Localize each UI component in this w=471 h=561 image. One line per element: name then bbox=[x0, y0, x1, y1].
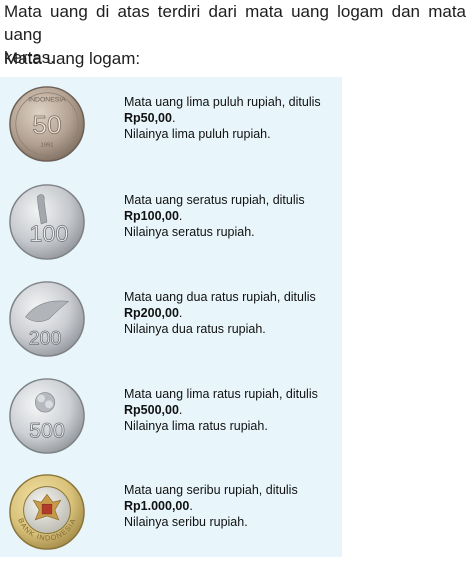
coin-row-200: 200 Mata uang dua ratus rupiah, ditulis … bbox=[0, 272, 342, 368]
coin-value-text: Nilainya lima ratus rupiah. bbox=[124, 419, 268, 433]
coin-description: Mata uang seribu rupiah, ditulis Rp1.000… bbox=[124, 482, 338, 530]
coin-row-100: 100 Mata uang seratus rupiah, ditulis Rp… bbox=[0, 175, 342, 271]
coin-text-line: Mata uang seratus rupiah, ditulis bbox=[124, 193, 305, 207]
coin-amount: Rp1.000,00 bbox=[124, 499, 190, 513]
coin-text-line: Mata uang seribu rupiah, ditulis bbox=[124, 483, 298, 497]
coin-face-value: 500 bbox=[29, 418, 65, 442]
coin-100-icon: 100 bbox=[9, 184, 85, 260]
coin-value-text: Nilainya seribu rupiah. bbox=[124, 515, 248, 529]
coin-description: Mata uang lima ratus rupiah, ditulis Rp5… bbox=[124, 386, 338, 434]
coin-500-icon: 500 bbox=[9, 378, 85, 454]
coin-text-line: Mata uang dua ratus rupiah, ditulis bbox=[124, 290, 316, 304]
coin-list-panel: INDONESIA 50 1991 Mata uang lima puluh r… bbox=[0, 77, 342, 557]
coin-value-text: Nilainya lima puluh rupiah. bbox=[124, 127, 271, 141]
coin-value-text: Nilainya seratus rupiah. bbox=[124, 225, 255, 239]
svg-text:1991: 1991 bbox=[40, 142, 53, 148]
coin-face-value: 50 bbox=[32, 110, 61, 140]
coin-description: Mata uang dua ratus rupiah, ditulis Rp20… bbox=[124, 289, 338, 337]
section-heading: Mata uang logam: bbox=[4, 49, 141, 68]
coin-200-icon: 200 bbox=[9, 281, 85, 357]
coin-face-value: 200 bbox=[29, 327, 62, 349]
coin-description: Mata uang seratus rupiah, ditulis Rp100,… bbox=[124, 192, 338, 240]
svg-text:INDONESIA: INDONESIA bbox=[28, 97, 66, 104]
coin-description: Mata uang lima puluh rupiah, ditulis Rp5… bbox=[124, 94, 338, 142]
coin-amount: Rp50,00 bbox=[124, 111, 172, 125]
coin-value-text: Nilainya dua ratus rupiah. bbox=[124, 322, 266, 336]
coin-text-line: Mata uang lima puluh rupiah, ditulis bbox=[124, 95, 321, 109]
coin-text-line: Mata uang lima ratus rupiah, ditulis bbox=[124, 387, 318, 401]
coin-row-1000: BANK INDONESIA Mata uang seribu rupiah, … bbox=[0, 465, 342, 561]
coin-amount: Rp200,00 bbox=[124, 306, 179, 320]
coin-50-icon: INDONESIA 50 1991 bbox=[9, 86, 85, 162]
coin-amount: Rp500,00 bbox=[124, 403, 179, 417]
coin-1000-icon: BANK INDONESIA bbox=[9, 474, 85, 550]
coin-row-50: INDONESIA 50 1991 Mata uang lima puluh r… bbox=[0, 77, 342, 173]
coin-row-500: 500 Mata uang lima ratus rupiah, ditulis… bbox=[0, 369, 342, 465]
coin-amount: Rp100,00 bbox=[124, 209, 179, 223]
coin-face-value: 100 bbox=[29, 221, 68, 247]
intro-line-1: Mata uang di atas terdiri dari mata uang… bbox=[4, 2, 466, 44]
